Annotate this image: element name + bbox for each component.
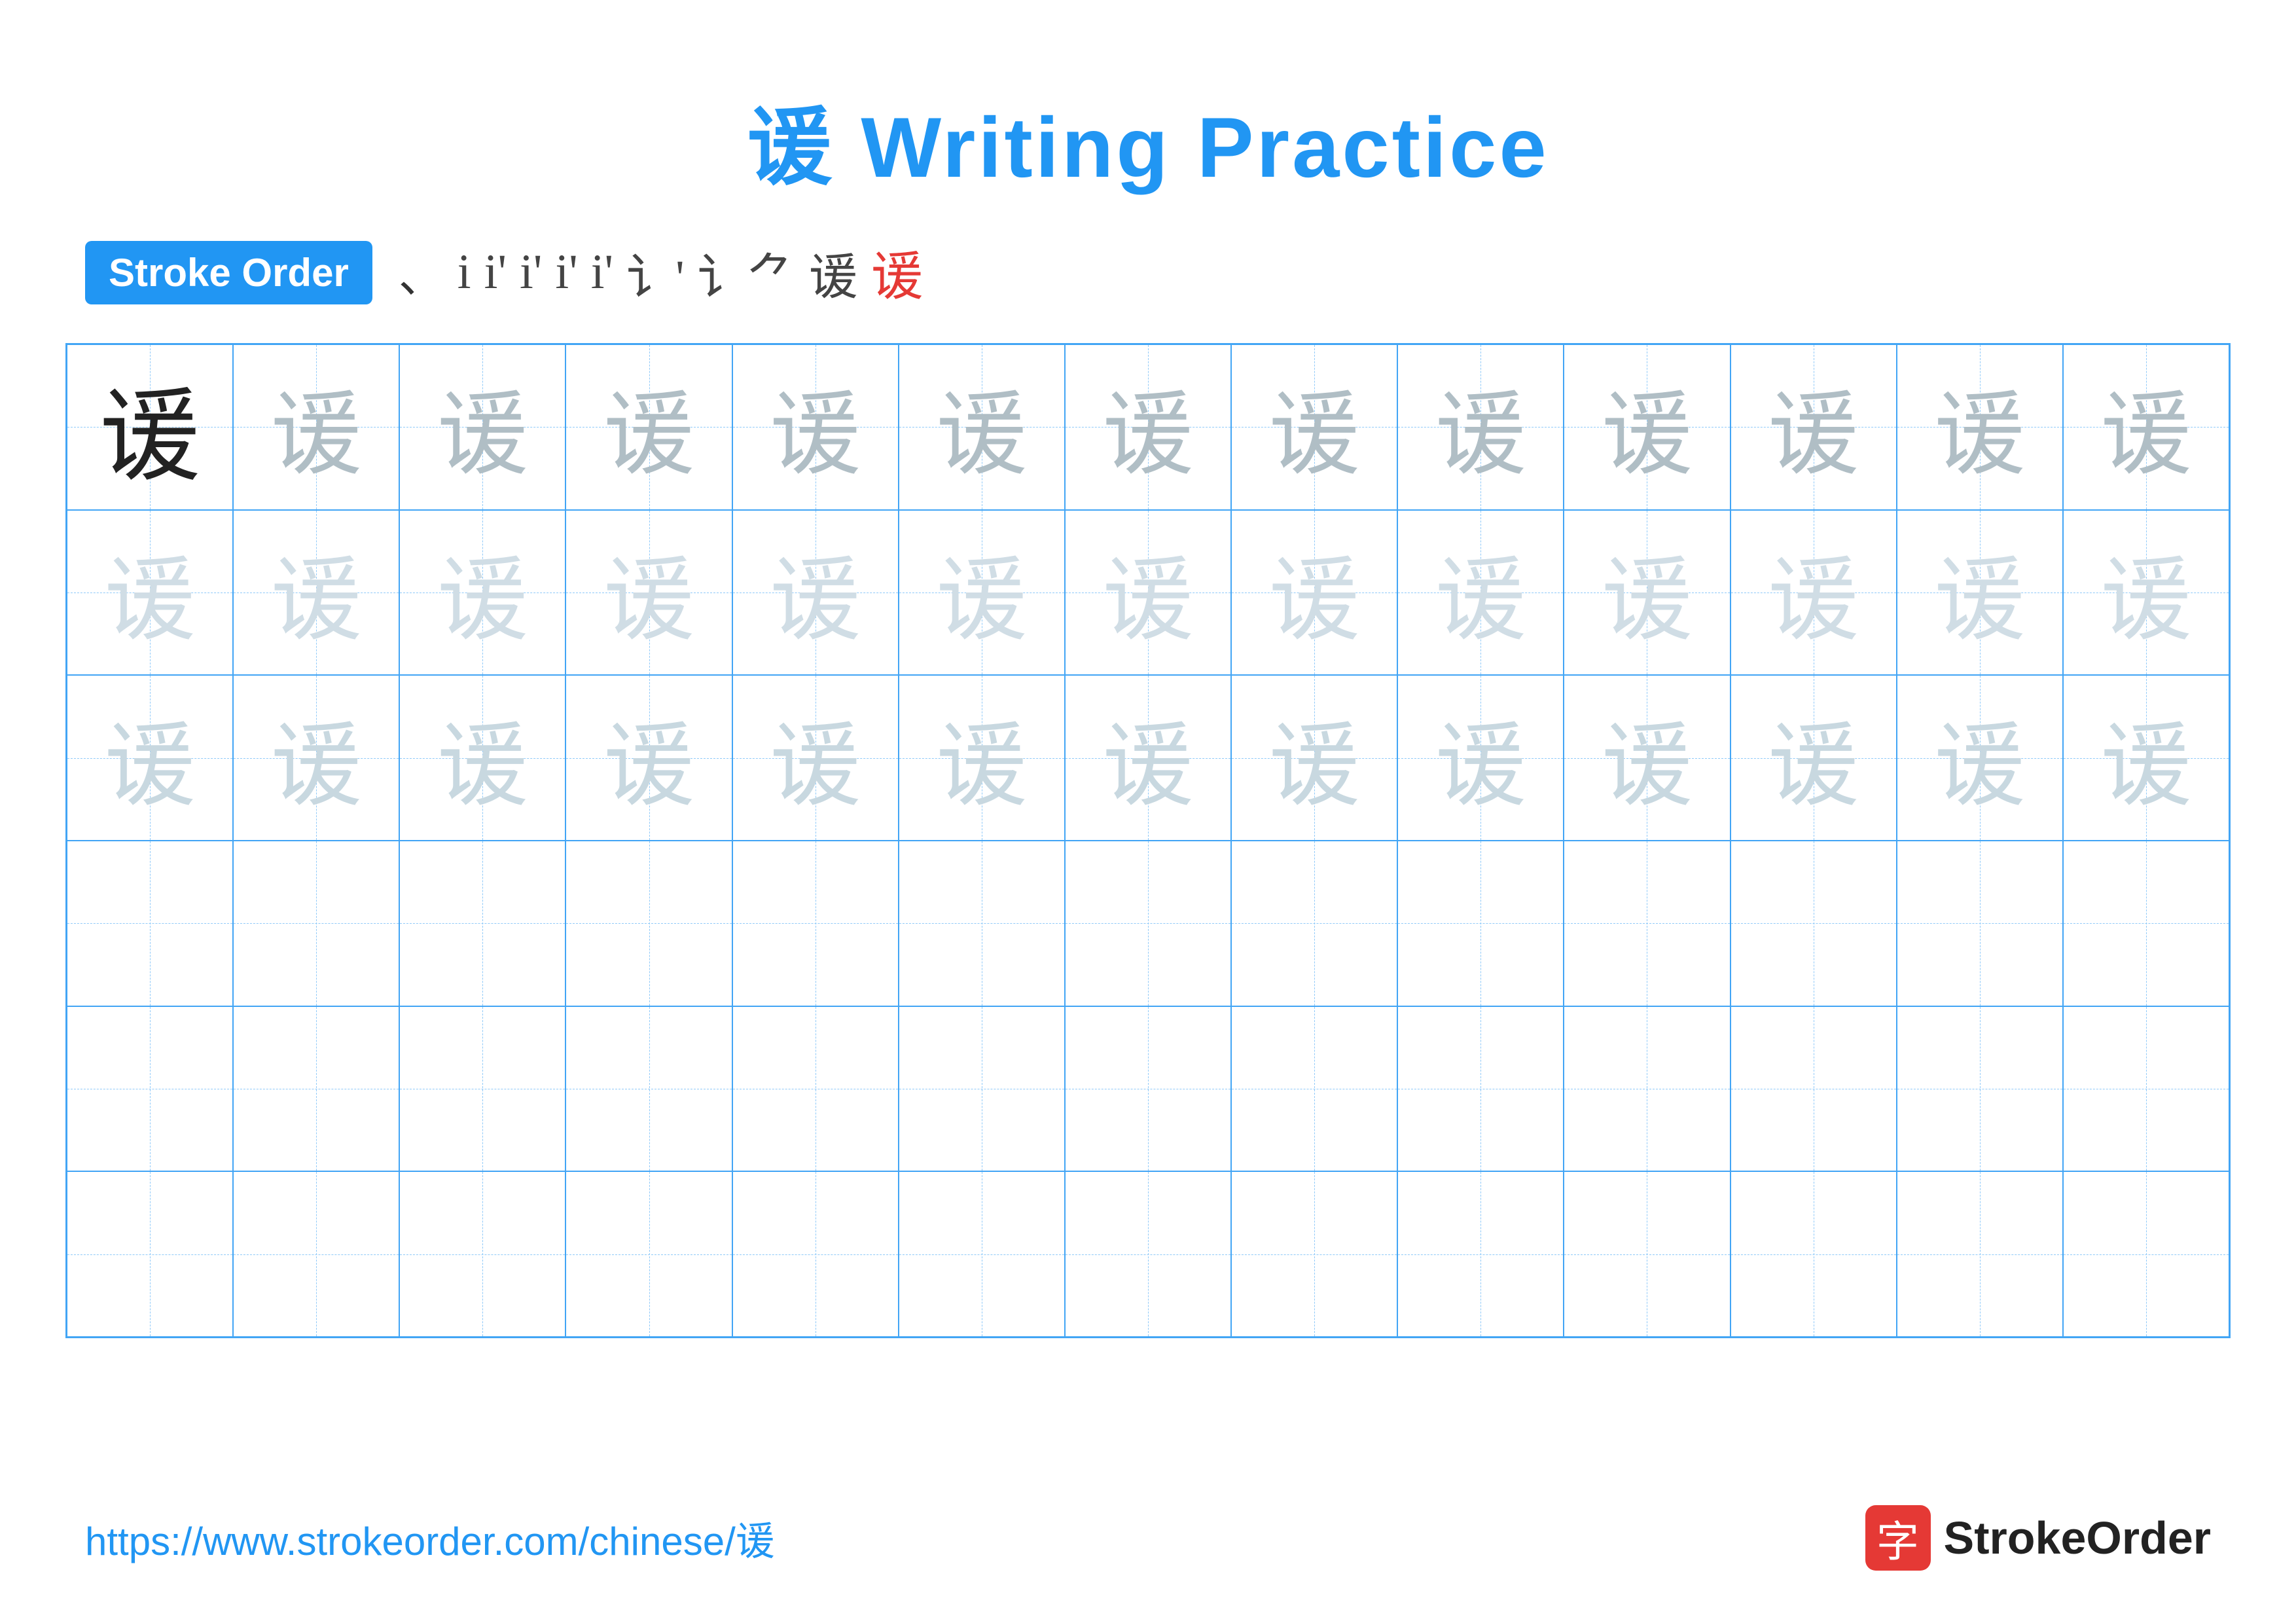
stroke-sequence: 、 i i' i' i' i' 讠' 讠⺈ 谖 谖 — [399, 234, 924, 310]
grid-cell-r2c11[interactable]: 谖 — [1731, 510, 1897, 676]
stroke-8: 讠⺈ — [698, 237, 796, 308]
grid-cell-r3c11[interactable]: 谖 — [1731, 675, 1897, 841]
stroke-order-section: Stroke Order 、 i i' i' i' i' 讠' 讠⺈ 谖 谖 — [0, 202, 2296, 330]
grid-cell-r3c7[interactable]: 谖 — [1065, 675, 1231, 841]
grid-cell-r4c12[interactable] — [1897, 841, 2063, 1006]
stroke-6: i' — [591, 244, 613, 301]
grid-cell-r4c7[interactable] — [1065, 841, 1231, 1006]
grid-cell-r2c13[interactable]: 谖 — [2063, 510, 2229, 676]
grid-cell-r4c6[interactable] — [899, 841, 1065, 1006]
logo-name: StrokeOrder — [1944, 1512, 2211, 1564]
grid-cell-r1c9[interactable]: 谖 — [1397, 344, 1564, 510]
grid-cell-r4c11[interactable] — [1731, 841, 1897, 1006]
grid-cell-r6c4[interactable] — [565, 1171, 732, 1337]
grid-cell-r4c13[interactable] — [2063, 841, 2229, 1006]
grid-cell-r2c5[interactable]: 谖 — [732, 510, 899, 676]
grid-cell-r5c8[interactable] — [1231, 1006, 1397, 1172]
grid-cell-r6c2[interactable] — [233, 1171, 399, 1337]
stroke-9: 谖 — [809, 237, 858, 308]
grid-cell-r3c13[interactable]: 谖 — [2063, 675, 2229, 841]
grid-cell-r6c8[interactable] — [1231, 1171, 1397, 1337]
grid-cell-r5c10[interactable] — [1564, 1006, 1730, 1172]
grid-cell-r3c6[interactable]: 谖 — [899, 675, 1065, 841]
grid-cell-r5c3[interactable] — [399, 1006, 565, 1172]
grid-cell-r3c12[interactable]: 谖 — [1897, 675, 2063, 841]
logo-icon: 字 — [1865, 1505, 1931, 1571]
grid-cell-r4c4[interactable] — [565, 841, 732, 1006]
footer-logo: 字 StrokeOrder — [1865, 1505, 2211, 1571]
grid-cell-r6c3[interactable] — [399, 1171, 565, 1337]
grid-cell-r3c1[interactable]: 谖 — [67, 675, 233, 841]
grid-cell-r5c12[interactable] — [1897, 1006, 2063, 1172]
grid-cell-r5c6[interactable] — [899, 1006, 1065, 1172]
grid-cell-r4c1[interactable] — [67, 841, 233, 1006]
grid-cell-r4c5[interactable] — [732, 841, 899, 1006]
grid-cell-r6c13[interactable] — [2063, 1171, 2229, 1337]
grid-cell-r2c9[interactable]: 谖 — [1397, 510, 1564, 676]
grid-cell-r5c1[interactable] — [67, 1006, 233, 1172]
page-title: 谖 Writing Practice — [0, 0, 2296, 202]
grid-cell-r1c3[interactable]: 谖 — [399, 344, 565, 510]
grid-cell-r5c9[interactable] — [1397, 1006, 1564, 1172]
grid-cell-r3c8[interactable]: 谖 — [1231, 675, 1397, 841]
grid-cell-r4c9[interactable] — [1397, 841, 1564, 1006]
grid-cell-r1c12[interactable]: 谖 — [1897, 344, 2063, 510]
grid-cell-r6c5[interactable] — [732, 1171, 899, 1337]
grid-cell-r2c2[interactable]: 谖 — [233, 510, 399, 676]
stroke-4: i' — [520, 244, 542, 301]
grid-cell-r5c2[interactable] — [233, 1006, 399, 1172]
stroke-2: i — [457, 244, 471, 301]
stroke-3: i' — [484, 244, 507, 301]
grid-cell-r3c5[interactable]: 谖 — [732, 675, 899, 841]
grid-cell-r5c5[interactable] — [732, 1006, 899, 1172]
grid-cell-r1c2[interactable]: 谖 — [233, 344, 399, 510]
stroke-7: 讠' — [626, 237, 685, 308]
grid-cell-r6c9[interactable] — [1397, 1171, 1564, 1337]
stroke-5: i' — [555, 244, 577, 301]
grid-cell-r1c7[interactable]: 谖 — [1065, 344, 1231, 510]
grid-cell-r5c13[interactable] — [2063, 1006, 2229, 1172]
grid-cell-r4c3[interactable] — [399, 841, 565, 1006]
practice-grid: 谖 谖 谖 谖 谖 谖 谖 谖 谖 谖 谖 谖 谖 谖 谖 谖 谖 — [65, 343, 2231, 1338]
grid-cell-r4c8[interactable] — [1231, 841, 1397, 1006]
stroke-1: 、 — [399, 240, 444, 306]
grid-cell-r1c6[interactable]: 谖 — [899, 344, 1065, 510]
grid-cell-r4c10[interactable] — [1564, 841, 1730, 1006]
grid-cell-r5c4[interactable] — [565, 1006, 732, 1172]
grid-cell-r2c10[interactable]: 谖 — [1564, 510, 1730, 676]
grid-cell-r6c1[interactable] — [67, 1171, 233, 1337]
grid-cell-r6c7[interactable] — [1065, 1171, 1231, 1337]
grid-cell-r3c2[interactable]: 谖 — [233, 675, 399, 841]
grid-cell-r1c5[interactable]: 谖 — [732, 344, 899, 510]
grid-cell-r5c7[interactable] — [1065, 1006, 1231, 1172]
grid-cell-r1c13[interactable]: 谖 — [2063, 344, 2229, 510]
grid-cell-r3c3[interactable]: 谖 — [399, 675, 565, 841]
grid-cell-r2c12[interactable]: 谖 — [1897, 510, 2063, 676]
stroke-10: 谖 — [871, 234, 924, 310]
grid-cell-r2c6[interactable]: 谖 — [899, 510, 1065, 676]
footer-url[interactable]: https://www.strokeorder.com/chinese/谖 — [85, 1510, 775, 1567]
grid-cell-r6c12[interactable] — [1897, 1171, 2063, 1337]
grid-cell-r6c6[interactable] — [899, 1171, 1065, 1337]
grid-cell-r4c2[interactable] — [233, 841, 399, 1006]
stroke-order-badge: Stroke Order — [85, 241, 372, 304]
grid-cell-r1c1[interactable]: 谖 — [67, 344, 233, 510]
grid-cell-r1c4[interactable]: 谖 — [565, 344, 732, 510]
grid-cell-r5c11[interactable] — [1731, 1006, 1897, 1172]
grid-cell-r2c4[interactable]: 谖 — [565, 510, 732, 676]
grid-cell-r2c1[interactable]: 谖 — [67, 510, 233, 676]
footer: https://www.strokeorder.com/chinese/谖 字 … — [0, 1505, 2296, 1571]
grid-cell-r3c10[interactable]: 谖 — [1564, 675, 1730, 841]
grid-cell-r2c3[interactable]: 谖 — [399, 510, 565, 676]
grid-cell-r2c7[interactable]: 谖 — [1065, 510, 1231, 676]
grid-cell-r2c8[interactable]: 谖 — [1231, 510, 1397, 676]
grid-cell-r6c10[interactable] — [1564, 1171, 1730, 1337]
grid-cell-r3c9[interactable]: 谖 — [1397, 675, 1564, 841]
grid-cell-r1c8[interactable]: 谖 — [1231, 344, 1397, 510]
grid-cell-r3c4[interactable]: 谖 — [565, 675, 732, 841]
grid-cell-r1c11[interactable]: 谖 — [1731, 344, 1897, 510]
grid-cell-r1c10[interactable]: 谖 — [1564, 344, 1730, 510]
grid-cell-r6c11[interactable] — [1731, 1171, 1897, 1337]
